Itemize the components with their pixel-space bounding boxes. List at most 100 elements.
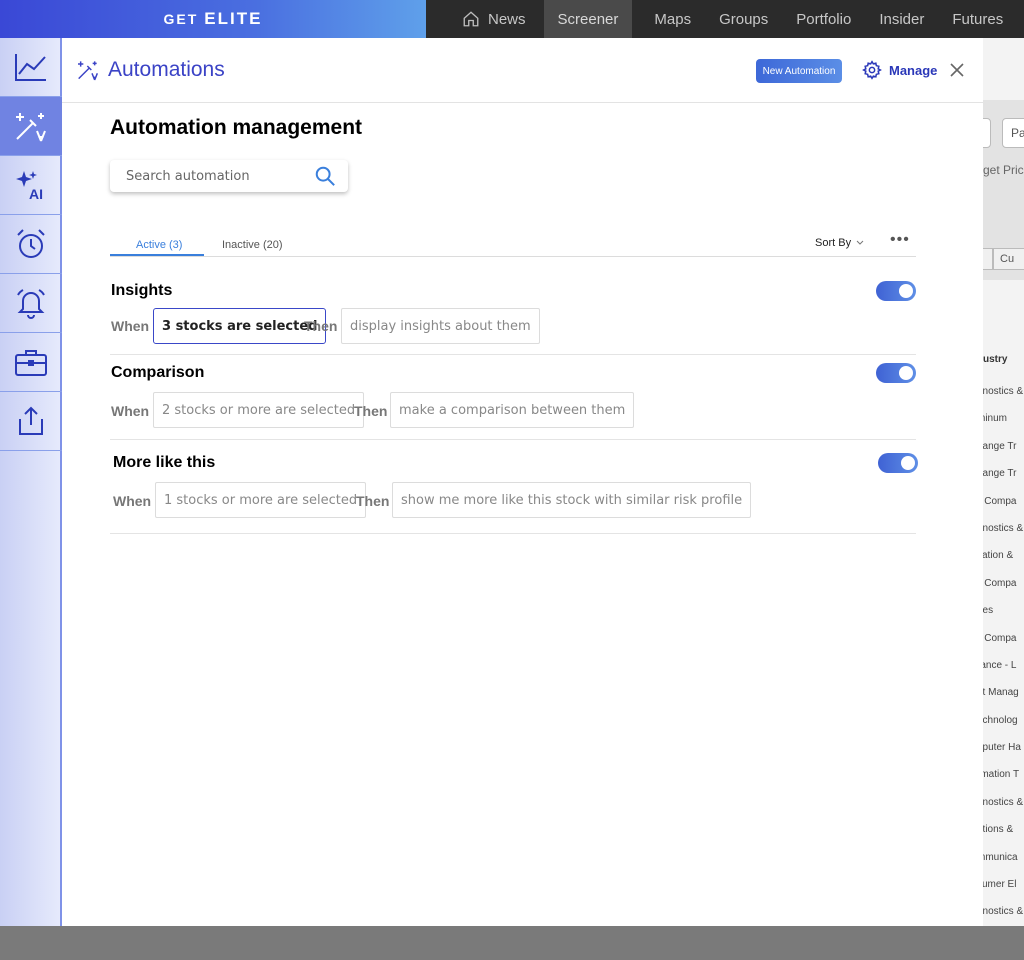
bottom-overlay-strip <box>0 926 1024 960</box>
when-condition-chip[interactable]: 1 stocks or more are selected <box>155 482 367 518</box>
background-button <box>983 118 991 148</box>
list-item: sumer El <box>983 879 1017 891</box>
new-automation-button[interactable]: New Automation <box>756 59 842 83</box>
list-item: minum <box>983 413 1008 425</box>
elite-get-text: GET <box>163 11 199 27</box>
modal-header: Automations New Automation Manage <box>62 38 983 103</box>
rule-divider <box>110 354 916 355</box>
list-item: ll Compa <box>983 577 1017 589</box>
nav-screener[interactable]: Screener <box>543 0 633 38</box>
tab-inactive[interactable]: Inactive (20) <box>222 239 283 251</box>
active-tab-indicator <box>110 254 204 256</box>
sidebar-item-alerts[interactable] <box>0 274 62 333</box>
rule-title: More like this <box>113 454 216 471</box>
main-nav: News Screener Maps Groups Portfolio Insi… <box>430 0 1017 38</box>
automations-modal: Automations New Automation Manage Automa… <box>62 38 983 926</box>
get-elite-banner[interactable]: GET ELITE <box>0 0 426 38</box>
list-item: mmunica <box>983 851 1018 863</box>
then-action-chip[interactable]: display insights about them <box>341 308 540 344</box>
sidebar-item-automations[interactable] <box>0 97 62 156</box>
background-industry-list: gnostics & minum hange Tr hange Tr ll Co… <box>983 378 1024 926</box>
nav-futures[interactable]: Futures <box>938 0 1017 38</box>
nav-news-label: News <box>488 10 526 28</box>
rule-toggle[interactable] <box>876 363 916 383</box>
sidebar-item-alarm[interactable] <box>0 215 62 274</box>
list-item: nes <box>983 605 994 617</box>
nav-maps-label: Maps <box>654 10 692 28</box>
list-item: cation & <box>983 550 1014 562</box>
sidebar-item-portfolio[interactable] <box>0 333 62 392</box>
list-item: gnostics & <box>983 522 1024 534</box>
home-icon <box>463 11 479 27</box>
background-screener-page: Pa get Pric Cu ustry gnostics & minum ha… <box>983 38 1024 926</box>
nav-news[interactable]: News <box>430 0 540 38</box>
background-button-pa: Pa <box>1002 118 1024 148</box>
close-icon[interactable] <box>948 61 966 79</box>
when-condition-chip[interactable]: 2 stocks or more are selected <box>153 392 365 428</box>
nav-screener-label: Screener <box>557 10 619 28</box>
nav-portfolio[interactable]: Portfolio <box>782 0 865 38</box>
list-item: rmation T <box>983 769 1020 781</box>
rule-divider <box>110 533 916 534</box>
list-item: et Manag <box>983 687 1019 699</box>
then-action-chip[interactable]: show me more like this stock with simila… <box>392 482 752 518</box>
sort-by-dropdown[interactable]: Sort By <box>815 237 864 249</box>
list-item: rance - L <box>983 659 1017 671</box>
list-item: echnolog <box>983 714 1018 726</box>
nav-insider-label: Insider <box>879 10 925 28</box>
tool-sidebar: AI <box>0 38 62 926</box>
sidebar-item-ai[interactable]: AI <box>0 156 62 215</box>
nav-insider[interactable]: Insider <box>865 0 938 38</box>
search-input[interactable] <box>126 168 306 184</box>
background-industry-header: ustry <box>983 354 1008 365</box>
bell-icon <box>17 289 45 319</box>
list-item: gnostics & <box>983 386 1024 397</box>
background-cell-text: Cu <box>1000 253 1015 265</box>
nav-groups-label: Groups <box>719 10 769 28</box>
rule-divider <box>110 439 916 440</box>
tab-active[interactable]: Active (3) <box>136 239 182 251</box>
share-upload-icon <box>19 406 43 435</box>
list-item: hange Tr <box>983 468 1017 480</box>
rule-toggle[interactable] <box>878 453 918 473</box>
sidebar-item-share[interactable] <box>0 392 62 451</box>
when-label: When <box>111 403 150 419</box>
list-item: ll Compa <box>983 632 1017 644</box>
list-item: gnostics & <box>983 906 1024 918</box>
list-item: hange Tr <box>983 440 1017 452</box>
nav-groups[interactable]: Groups <box>705 0 782 38</box>
rule-title: Insights <box>111 282 173 299</box>
list-item: gnostics & <box>983 796 1024 808</box>
background-cell <box>983 248 993 270</box>
manage-label: Manage <box>889 62 938 78</box>
when-label: When <box>111 318 150 334</box>
then-label: Then <box>354 403 388 419</box>
modal-title: Automations <box>108 58 225 81</box>
manage-button[interactable]: Manage <box>862 60 937 80</box>
chevron-down-icon <box>856 240 864 245</box>
status-tabs: Active (3) Inactive (20) Sort By ••• <box>110 231 916 257</box>
sidebar-item-chart[interactable] <box>0 38 62 97</box>
more-options-button[interactable]: ••• <box>890 231 910 249</box>
briefcase-icon <box>15 350 47 376</box>
magic-wand-icon <box>78 61 99 81</box>
alarm-clock-icon <box>17 229 45 258</box>
ai-icon-text: AI <box>29 186 43 201</box>
search-container <box>110 160 348 192</box>
when-condition-chip[interactable]: 3 stocks are selected <box>153 308 327 344</box>
page-title: Automation management <box>110 116 363 139</box>
background-button-text: Pa <box>1011 126 1024 140</box>
nav-futures-label: Futures <box>952 10 1004 28</box>
chart-line-icon <box>15 54 46 81</box>
then-action-chip[interactable]: make a comparison between them <box>390 392 635 428</box>
rule-title: Comparison <box>111 364 205 381</box>
nav-maps[interactable]: Maps <box>640 0 705 38</box>
rule-toggle[interactable] <box>876 281 916 301</box>
search-icon[interactable] <box>314 165 336 187</box>
background-cell-cu: Cu <box>993 248 1024 270</box>
top-navigation-bar: GET ELITE News Screener Maps Groups Port… <box>0 0 1024 38</box>
gear-icon <box>862 60 882 80</box>
sort-by-label: Sort By <box>815 237 852 249</box>
when-label: When <box>113 493 152 509</box>
then-label: Then <box>304 318 338 334</box>
